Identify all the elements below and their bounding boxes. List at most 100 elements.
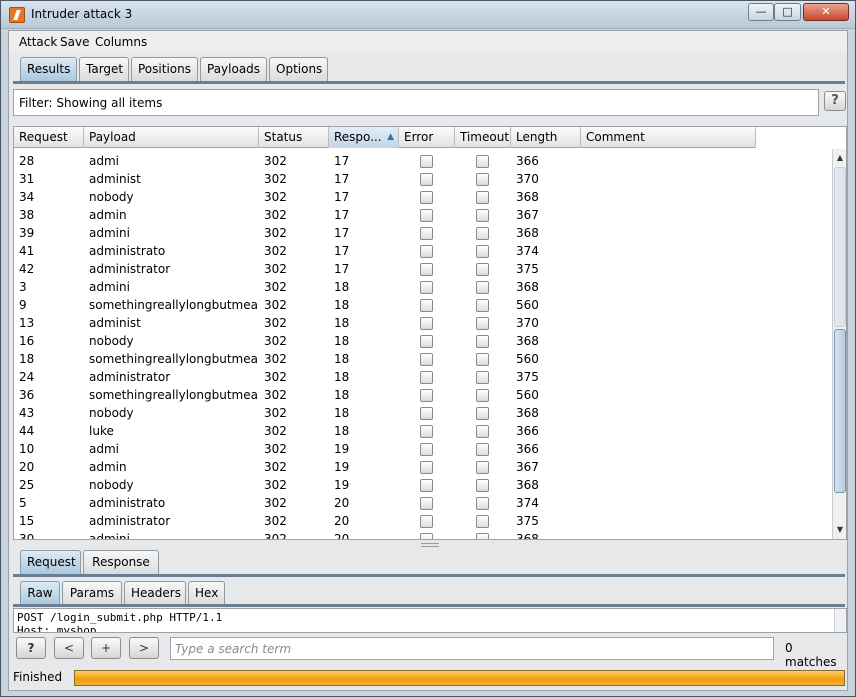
raw-request-editor[interactable]: POST /login_submit.php HTTP/1.1 Host: my…	[13, 608, 847, 633]
filter-bar[interactable]: Filter: Showing all items	[13, 89, 819, 116]
table-row[interactable]: 24 administrator 302 18 375	[14, 369, 756, 387]
tab-hex[interactable]: Hex	[188, 581, 225, 605]
tab-positions[interactable]: Positions	[131, 57, 198, 81]
timeout-checkbox[interactable]	[476, 245, 489, 258]
table-row[interactable]: 15 administrator 302 20 375	[14, 513, 756, 531]
close-button[interactable]: ✕	[803, 3, 849, 21]
table-row[interactable]: 18 somethingreallylongbutmea... 302 18 560	[14, 351, 756, 369]
scroll-up-arrow-icon[interactable]: ▲	[833, 151, 846, 165]
error-checkbox[interactable]	[420, 173, 433, 186]
scrollbar-thumb[interactable]	[834, 329, 846, 493]
timeout-checkbox[interactable]	[476, 407, 489, 420]
timeout-checkbox[interactable]	[476, 335, 489, 348]
table-row[interactable]: 25 nobody 302 19 368	[14, 477, 756, 495]
error-checkbox[interactable]	[420, 443, 433, 456]
search-next-button[interactable]: >	[129, 637, 159, 659]
table-row[interactable]: 31 administ 302 17 370	[14, 171, 756, 189]
menu-save[interactable]: Save	[60, 35, 89, 49]
minimize-button[interactable]: —	[748, 3, 774, 21]
error-checkbox[interactable]	[420, 209, 433, 222]
table-row[interactable]: 38 admin 302 17 367	[14, 207, 756, 225]
error-checkbox[interactable]	[420, 227, 433, 240]
timeout-checkbox[interactable]	[476, 371, 489, 384]
column-header-response[interactable]: Respo... ▲	[329, 127, 399, 148]
maximize-button[interactable]: □	[774, 3, 801, 21]
table-row[interactable]: 42 administrator 302 17 375	[14, 261, 756, 279]
table-row[interactable]: 43 nobody 302 18 368	[14, 405, 756, 423]
error-checkbox[interactable]	[420, 191, 433, 204]
split-pane-handle[interactable]	[421, 543, 439, 547]
table-row[interactable]: 16 nobody 302 18 368	[14, 333, 756, 351]
tab-headers[interactable]: Headers	[124, 581, 186, 605]
search-add-button[interactable]: +	[91, 637, 121, 659]
timeout-checkbox[interactable]	[476, 353, 489, 366]
error-checkbox[interactable]	[420, 245, 433, 258]
scroll-down-arrow-icon[interactable]: ▼	[833, 523, 846, 537]
column-header-payload[interactable]: Payload	[84, 127, 259, 148]
table-row[interactable]: 20 admin 302 19 367	[14, 459, 756, 477]
table-row[interactable]: 9 somethingreallylongbutmea... 302 18 560	[14, 297, 756, 315]
tab-params[interactable]: Params	[62, 581, 122, 605]
tab-options[interactable]: Options	[269, 57, 328, 81]
timeout-checkbox[interactable]	[476, 515, 489, 528]
table-row[interactable]: 44 luke 302 18 366	[14, 423, 756, 441]
table-row[interactable]: 3 admini 302 18 368	[14, 279, 756, 297]
timeout-checkbox[interactable]	[476, 263, 489, 276]
error-checkbox[interactable]	[420, 317, 433, 330]
table-row[interactable]: 5 administrato 302 20 374	[14, 495, 756, 513]
table-row[interactable]: 13 administ 302 18 370	[14, 315, 756, 333]
error-checkbox[interactable]	[420, 155, 433, 168]
timeout-checkbox[interactable]	[476, 479, 489, 492]
column-header-comment[interactable]: Comment	[581, 127, 756, 148]
filter-help-button[interactable]: ?	[824, 91, 846, 111]
table-row[interactable]: 28 admi 302 17 366	[14, 153, 756, 171]
search-input[interactable]	[170, 637, 774, 660]
tab-request[interactable]: Request	[20, 550, 81, 574]
tab-raw[interactable]: Raw	[20, 581, 60, 605]
timeout-checkbox[interactable]	[476, 299, 489, 312]
timeout-checkbox[interactable]	[476, 425, 489, 438]
error-checkbox[interactable]	[420, 515, 433, 528]
table-row[interactable]: 41 administrato 302 17 374	[14, 243, 756, 261]
timeout-checkbox[interactable]	[476, 461, 489, 474]
table-row[interactable]: 36 somethingreallylongbutmea... 302 18 560	[14, 387, 756, 405]
timeout-checkbox[interactable]	[476, 533, 489, 539]
column-header-length[interactable]: Length	[511, 127, 581, 148]
error-checkbox[interactable]	[420, 371, 433, 384]
tab-response[interactable]: Response	[83, 550, 159, 574]
tab-results[interactable]: Results	[20, 57, 77, 81]
error-checkbox[interactable]	[420, 389, 433, 402]
table-row[interactable]: 34 nobody 302 17 368	[14, 189, 756, 207]
error-checkbox[interactable]	[420, 263, 433, 276]
timeout-checkbox[interactable]	[476, 227, 489, 240]
timeout-checkbox[interactable]	[476, 173, 489, 186]
timeout-checkbox[interactable]	[476, 209, 489, 222]
timeout-checkbox[interactable]	[476, 497, 489, 510]
table-row[interactable]: 39 admini 302 17 368	[14, 225, 756, 243]
column-header-request[interactable]: Request	[14, 127, 84, 148]
raw-scrollbar[interactable]	[834, 609, 846, 632]
search-prev-button[interactable]: <	[54, 637, 84, 659]
column-header-status[interactable]: Status	[259, 127, 329, 148]
column-header-timeout[interactable]: Timeout	[455, 127, 511, 148]
table-scrollbar[interactable]: ▲ ▼	[832, 149, 846, 539]
timeout-checkbox[interactable]	[476, 155, 489, 168]
tab-target[interactable]: Target	[79, 57, 129, 81]
error-checkbox[interactable]	[420, 281, 433, 294]
error-checkbox[interactable]	[420, 479, 433, 492]
error-checkbox[interactable]	[420, 407, 433, 420]
timeout-checkbox[interactable]	[476, 389, 489, 402]
menu-attack[interactable]: Attack	[19, 35, 57, 49]
error-checkbox[interactable]	[420, 461, 433, 474]
menu-columns[interactable]: Columns	[95, 35, 147, 49]
timeout-checkbox[interactable]	[476, 191, 489, 204]
timeout-checkbox[interactable]	[476, 317, 489, 330]
table-row[interactable]: 30 admini 302 20 368	[14, 531, 756, 539]
column-header-error[interactable]: Error	[399, 127, 455, 148]
tab-payloads[interactable]: Payloads	[200, 57, 267, 81]
error-checkbox[interactable]	[420, 425, 433, 438]
timeout-checkbox[interactable]	[476, 281, 489, 294]
error-checkbox[interactable]	[420, 335, 433, 348]
error-checkbox[interactable]	[420, 497, 433, 510]
error-checkbox[interactable]	[420, 299, 433, 312]
